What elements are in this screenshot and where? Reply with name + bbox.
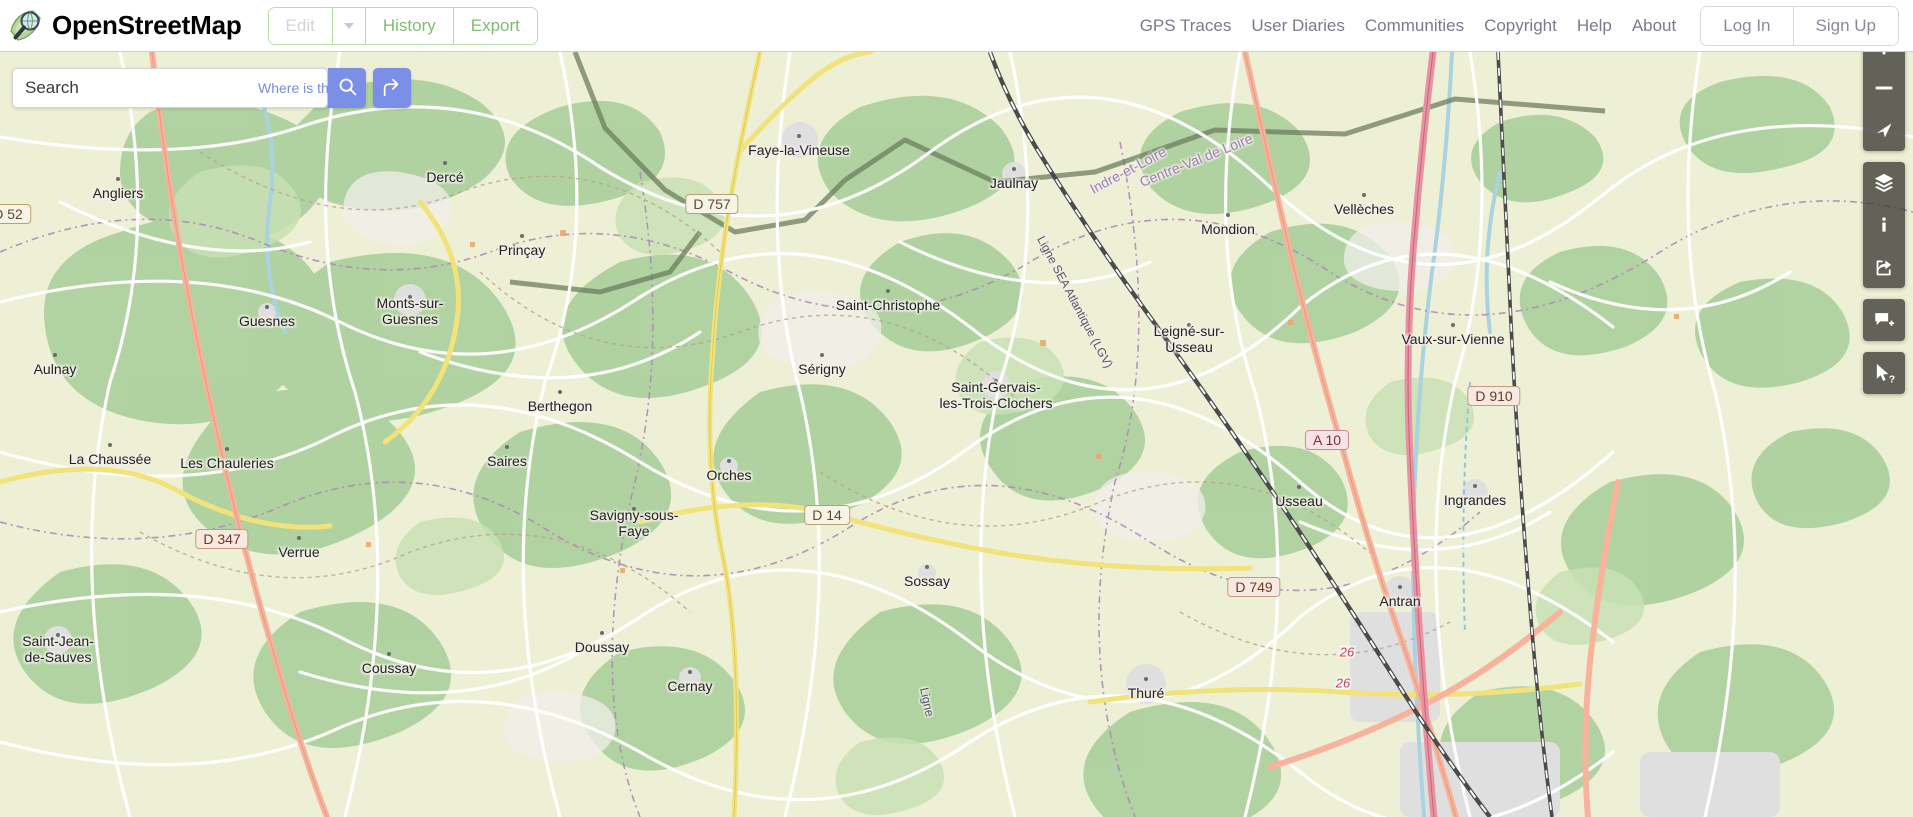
info-i-icon xyxy=(1874,215,1894,235)
nav-about[interactable]: About xyxy=(1622,16,1686,36)
note-button[interactable] xyxy=(1863,299,1905,341)
primary-nav: GPS Traces User Diaries Communities Copy… xyxy=(1130,5,1899,46)
query-control-group: ? xyxy=(1863,352,1905,394)
locate-button[interactable] xyxy=(1863,109,1905,151)
brand-home-link[interactable]: OpenStreetMap xyxy=(9,9,242,43)
osm-magnifier-globe-logo-icon xyxy=(9,9,43,43)
map-tile-layer xyxy=(0,52,1913,817)
site-header: OpenStreetMap Edit History Export GPS Tr… xyxy=(0,0,1913,52)
search-bar: Where is this? xyxy=(12,68,411,108)
info-button[interactable] xyxy=(1863,204,1905,246)
directions-arrow-icon xyxy=(381,76,403,101)
map-tools-group xyxy=(1863,162,1905,288)
locate-arrow-icon xyxy=(1874,120,1894,140)
cursor-question-icon: ? xyxy=(1873,362,1896,385)
edit-dropdown-button[interactable] xyxy=(331,7,365,44)
nav-user-diaries[interactable]: User Diaries xyxy=(1241,16,1355,36)
brand-title: OpenStreetMap xyxy=(52,10,242,40)
nav-help[interactable]: Help xyxy=(1567,16,1622,36)
chevron-down-icon xyxy=(343,22,354,29)
search-box[interactable]: Where is this? xyxy=(12,68,347,108)
export-button[interactable]: Export xyxy=(452,7,537,44)
search-input[interactable] xyxy=(13,78,258,98)
history-button[interactable]: History xyxy=(364,7,453,44)
auth-button-group: Log In Sign Up xyxy=(1700,5,1899,46)
sign-up-button[interactable]: Sign Up xyxy=(1792,6,1898,45)
svg-text:?: ? xyxy=(1888,373,1894,384)
nav-communities[interactable]: Communities xyxy=(1355,16,1474,36)
nav-copyright[interactable]: Copyright xyxy=(1474,16,1567,36)
directions-button[interactable] xyxy=(373,68,411,108)
edit-button-group: Edit History Export xyxy=(267,6,538,45)
nav-gps-traces[interactable]: GPS Traces xyxy=(1130,16,1242,36)
map-viewport[interactable]: Faye-la-Vineuse Jaulnay Dercé Angliers Vellè… xyxy=(0,52,1913,817)
search-button[interactable] xyxy=(328,68,366,108)
share-button[interactable] xyxy=(1863,246,1905,288)
minus-icon xyxy=(1874,78,1894,98)
magnifier-icon xyxy=(337,76,358,100)
share-arrow-icon xyxy=(1874,257,1895,278)
edit-button[interactable]: Edit xyxy=(268,7,332,44)
note-control-group xyxy=(1863,299,1905,341)
layers-stack-icon xyxy=(1873,172,1895,194)
log-in-button[interactable]: Log In xyxy=(1701,6,1793,45)
zoom-out-button[interactable] xyxy=(1863,67,1905,109)
query-button[interactable]: ? xyxy=(1863,352,1905,394)
speech-bubble-plus-icon xyxy=(1873,309,1895,331)
map-controls: ? xyxy=(1863,25,1905,394)
layers-button[interactable] xyxy=(1863,162,1905,204)
